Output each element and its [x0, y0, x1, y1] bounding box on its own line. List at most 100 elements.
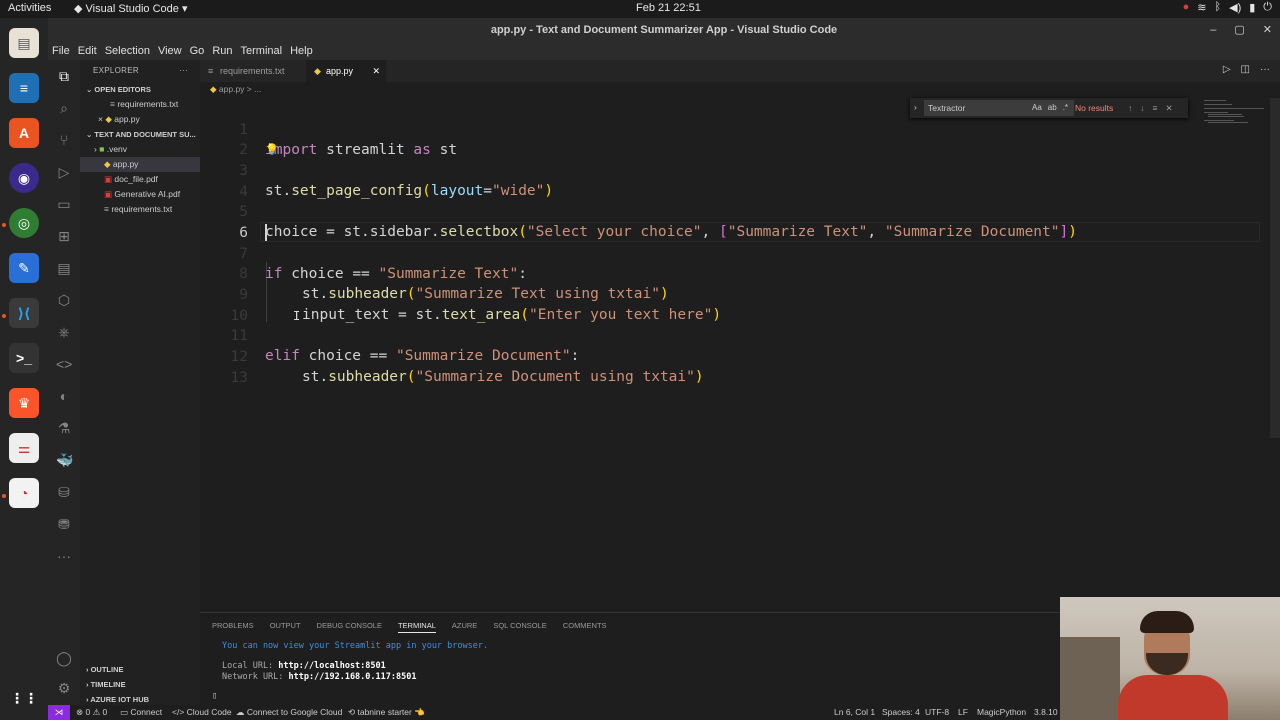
tab-app-py[interactable]: ◆ app.py ✕ — [306, 60, 386, 82]
cloud-code-icon[interactable]: ⬡ — [56, 292, 72, 308]
breadcrumb[interactable]: ◆ app.py > ... — [210, 84, 261, 95]
explorer-icon[interactable]: ⧉ — [56, 68, 72, 84]
volume-icon: ◀) — [1229, 2, 1242, 14]
settings-toggle-icon[interactable]: ⚌ — [9, 433, 39, 463]
tab-sql-console[interactable]: SQL CONSOLE — [493, 621, 547, 633]
match-case-icon[interactable]: Aa — [1032, 100, 1042, 116]
software-center-icon[interactable]: A — [9, 118, 39, 148]
status-indentation[interactable]: Spaces: 4 — [882, 705, 920, 720]
status-tabnine[interactable]: ⟲ tabnine starter 👈 — [348, 705, 425, 720]
menu-help[interactable]: Help — [290, 42, 313, 60]
chevron-right-icon[interactable]: › — [914, 102, 917, 112]
split-editor-icon[interactable]: ◫ — [1241, 64, 1250, 75]
more-actions-icon[interactable]: ··· — [1260, 64, 1270, 75]
file-tree-item[interactable]: ▣ doc_file.pdf — [80, 172, 200, 187]
extensions-icon[interactable]: ⊞ — [56, 228, 72, 244]
maximize-icon[interactable]: ▢ — [1234, 18, 1244, 42]
tab-debug-console[interactable]: DEBUG CONSOLE — [317, 621, 382, 633]
status-language[interactable]: MagicPython — [977, 705, 1026, 720]
timeline-section[interactable]: › TIMELINE — [80, 677, 200, 692]
file-tree-item[interactable]: ≡ requirements.txt — [80, 202, 200, 217]
focused-app-menu[interactable]: ◆ Visual Studio Code ▾ — [74, 2, 187, 15]
kubernetes-icon[interactable]: ⎈ — [56, 324, 72, 340]
menu-terminal[interactable]: Terminal — [241, 42, 283, 60]
code-editor[interactable]: 1 import streamlit as st 2 💡 3 st.set_pag… — [200, 98, 1270, 610]
minimize-icon[interactable]: – — [1210, 18, 1216, 42]
tab-requirements[interactable]: ≡ requirements.txt — [200, 60, 306, 82]
status-cursor-position[interactable]: Ln 6, Col 1 — [834, 705, 875, 720]
menu-file[interactable]: File — [52, 42, 70, 60]
search-icon[interactable]: ⌕ — [56, 100, 72, 116]
image-viewer-icon[interactable]: ◔ — [9, 478, 39, 508]
system-tray[interactable]: ● ≋ ᛒ ◀) ▮ ⏻ — [1183, 1, 1272, 14]
status-eol[interactable]: LF — [958, 705, 968, 720]
api-icon[interactable]: <> — [56, 356, 72, 372]
brave-icon[interactable]: ♛ — [9, 388, 39, 418]
menu-run[interactable]: Run — [212, 42, 232, 60]
status-python-version[interactable]: 3.8.10 — [1034, 705, 1058, 720]
status-cloud-code[interactable]: </> Cloud Code — [172, 705, 232, 720]
tab-output[interactable]: OUTPUT — [270, 621, 301, 633]
run-debug-icon[interactable]: ▷ — [56, 164, 72, 180]
notebook-icon[interactable]: ▤ — [56, 260, 72, 276]
arrow-down-icon[interactable]: ↓ — [1140, 98, 1144, 118]
menu-edit[interactable]: Edit — [78, 42, 97, 60]
regex-icon[interactable]: .* — [1063, 100, 1068, 116]
menu-selection[interactable]: Selection — [105, 42, 150, 60]
project-section[interactable]: ⌄ TEXT AND DOCUMENT SU... — [80, 127, 200, 142]
vscode-dock-icon[interactable]: ⟩⟨ — [9, 298, 39, 328]
tab-problems[interactable]: PROBLEMS — [212, 621, 254, 633]
terminal-local-url[interactable]: Local URL: http://localhost:8501 — [222, 661, 386, 671]
docker-icon[interactable]: 🐳 — [56, 452, 73, 468]
sql-icon[interactable]: ⛃ — [56, 516, 72, 532]
whole-word-icon[interactable]: ab — [1048, 100, 1057, 116]
file-tree-item[interactable]: › ■ .venv — [80, 142, 200, 157]
terminal-icon[interactable]: >_ — [9, 343, 39, 373]
app-grid-icon[interactable]: ⋮⋮ — [9, 683, 39, 713]
close-icon[interactable]: ✕ — [372, 60, 380, 82]
status-google-cloud[interactable]: ☁ Connect to Google Cloud — [236, 705, 342, 720]
outline-section[interactable]: › OUTLINE — [80, 662, 200, 677]
more-actions-icon[interactable]: ··· — [179, 60, 188, 82]
activities-button[interactable]: Activities — [8, 2, 51, 14]
run-icon[interactable]: ▷ — [1223, 64, 1231, 75]
find-in-selection-icon[interactable]: ≡ — [1153, 98, 1158, 118]
editor-scrollbar[interactable] — [1270, 98, 1280, 438]
account-icon[interactable]: ◯ — [56, 650, 72, 666]
file-tree-item[interactable]: ▣ Generative AI.pdf — [80, 187, 200, 202]
minimap[interactable] — [1200, 98, 1268, 128]
tab-azure[interactable]: AZURE — [452, 621, 477, 633]
open-editor-item-active[interactable]: × ◆ app.py — [80, 112, 200, 127]
remote-explorer-icon[interactable]: ▭ — [56, 196, 72, 212]
files-icon[interactable]: ▤ — [9, 28, 39, 58]
status-connect[interactable]: ▭ Connect — [120, 705, 162, 720]
source-control-icon[interactable]: ⑂ — [56, 132, 72, 148]
remote-indicator-icon[interactable]: ⋊ — [48, 705, 70, 720]
text-editor-icon[interactable]: ✎ — [9, 253, 39, 283]
chrome-icon[interactable]: ◎ — [9, 208, 39, 238]
graphql-icon[interactable]: ◐ — [56, 388, 72, 404]
database-icon[interactable]: ⛁ — [56, 484, 72, 500]
find-navigation: ↑ ↓ ≡ ✕ — [1128, 98, 1173, 118]
open-editors-section[interactable]: ⌄ OPEN EDITORS — [80, 82, 200, 97]
menu-go[interactable]: Go — [190, 42, 205, 60]
firefox-icon[interactable]: ◉ — [9, 163, 39, 193]
manage-gear-icon[interactable]: ⚙ — [56, 680, 72, 696]
close-icon[interactable]: ✕ — [1165, 98, 1172, 118]
status-encoding[interactable]: UTF-8 — [925, 705, 949, 720]
document-viewer-icon[interactable]: ≡ — [9, 73, 39, 103]
terminal-network-url[interactable]: Network URL: http://192.168.0.117:8501 — [222, 672, 416, 682]
more-icon[interactable]: ··· — [56, 548, 72, 564]
tab-comments[interactable]: COMMENTS — [563, 621, 607, 633]
arrow-up-icon[interactable]: ↑ — [1128, 98, 1132, 118]
terminal-cursor[interactable]: ▯ — [212, 691, 217, 701]
problems-counter[interactable]: ⊗ 0 ⚠ 0 — [76, 705, 107, 720]
open-editor-item[interactable]: ≡ requirements.txt — [80, 97, 200, 112]
file-tree-item[interactable]: ◆ app.py — [80, 157, 200, 172]
tab-terminal[interactable]: TERMINAL — [397, 621, 436, 633]
menu-view[interactable]: View — [158, 42, 182, 60]
test-flask-icon[interactable]: ⚗ — [56, 420, 72, 436]
lightbulb-icon[interactable]: 💡 — [265, 140, 279, 160]
close-window-icon[interactable]: ✕ — [1263, 18, 1272, 42]
clock[interactable]: Feb 21 22:51 — [636, 2, 701, 14]
